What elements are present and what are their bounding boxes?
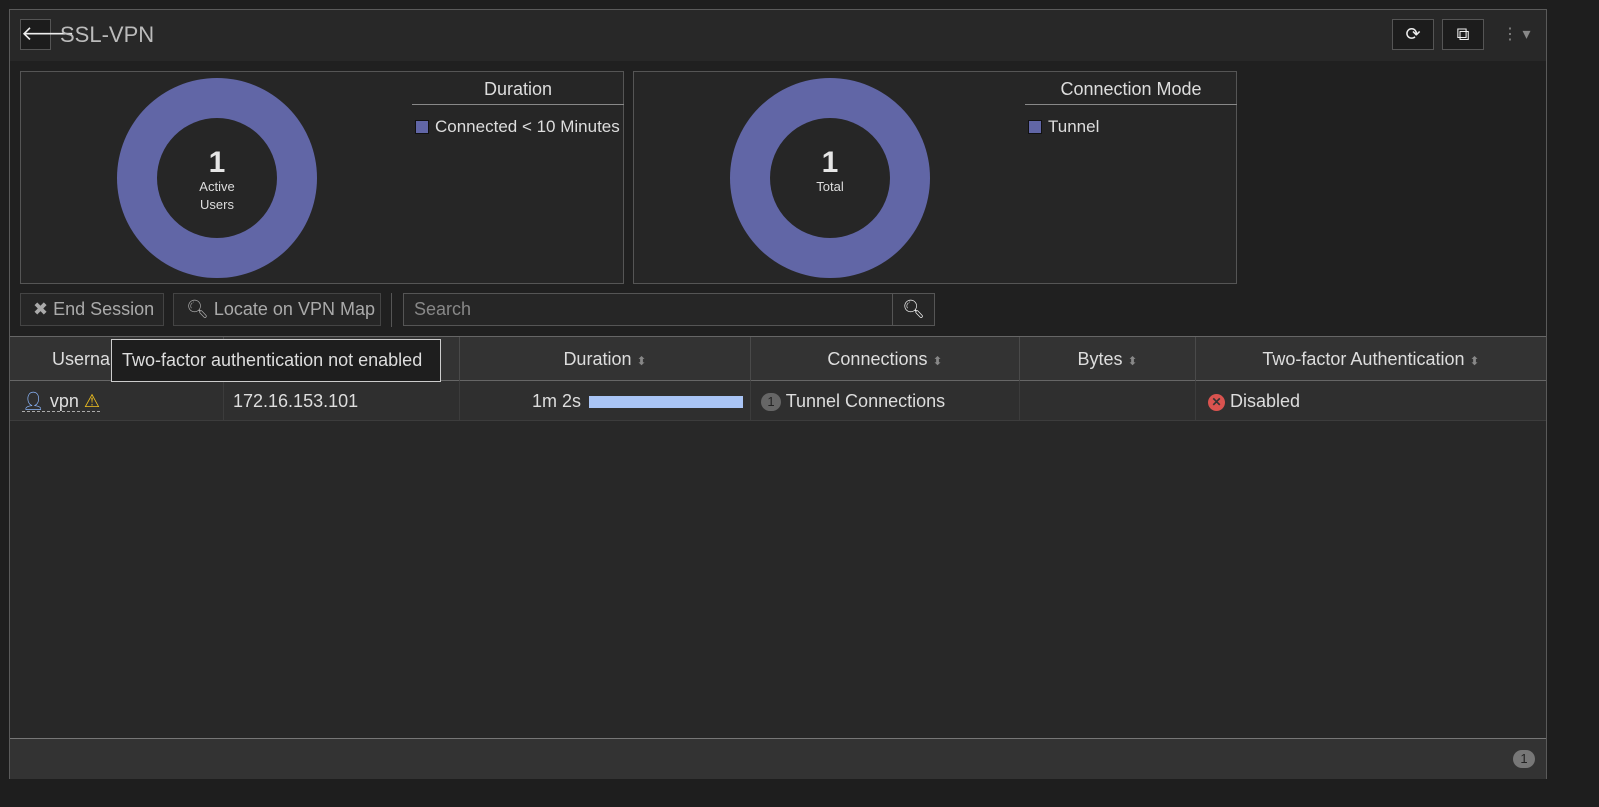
legend-title: Duration (412, 72, 624, 105)
connections-text: Tunnel Connections (785, 391, 946, 411)
refresh-button[interactable]: ⟳ (1392, 19, 1434, 50)
center-label: Users (200, 197, 234, 212)
close-icon: ✖ (33, 299, 49, 319)
legend-swatch (1028, 120, 1042, 134)
donut-center: 1 Active Users (157, 118, 277, 238)
column-label: Two-factor Authentication (1262, 349, 1465, 369)
tooltip: Two-factor authentication not enabled (111, 339, 441, 382)
duration-chart: 1 Active Users Duration Connected < 10 M… (20, 71, 624, 284)
legend-item[interactable]: Tunnel (1025, 117, 1237, 137)
legend-item[interactable]: Connected < 10 Minutes (412, 117, 624, 137)
column-two-factor[interactable]: Two-factor Authentication ⬍ (1196, 337, 1546, 381)
error-circle-icon: ✕ (1208, 393, 1225, 411)
column-connections[interactable]: Connections ⬍ (751, 337, 1020, 381)
page-title: SSL-VPN (60, 22, 155, 47)
ssl-vpn-widget: 🡐 SSL-VPN ⟳ ⧉ ⋮ ▾ 1 Active Users Duratio… (9, 9, 1547, 779)
legend-label: Tunnel (1048, 117, 1100, 136)
legend-label: Connected < 10 Minutes (435, 117, 620, 136)
two-factor-status: Disabled (1230, 391, 1301, 411)
connection-mode-chart: 1 Total Connection Mode Tunnel (633, 71, 1237, 284)
connections-cell: 1 Tunnel Connections (751, 381, 1020, 421)
total-count: 1 (821, 146, 839, 179)
chart-legend: Duration Connected < 10 Minutes (412, 72, 624, 137)
column-label: Duration (563, 349, 632, 369)
legend-swatch (415, 120, 429, 134)
search-icon: 🔍︎ (902, 299, 925, 319)
column-label: Bytes (1077, 349, 1123, 369)
locate-vpn-map-button[interactable]: 🔍︎ Locate on VPN Map (173, 293, 381, 326)
refresh-icon: ⟳ (1405, 24, 1421, 44)
warning-icon[interactable]: ⚠ (84, 391, 100, 411)
ip-cell: 172.16.153.101 (224, 381, 460, 421)
column-bytes[interactable]: Bytes ⬍ (1020, 337, 1196, 381)
username[interactable]: vpn (50, 391, 79, 411)
chart-legend: Connection Mode Tunnel (1025, 72, 1237, 137)
legend-title: Connection Mode (1025, 72, 1237, 105)
search-input[interactable]: Search (403, 293, 893, 326)
center-label: Total (816, 179, 844, 194)
table-footer: 1 (10, 738, 1546, 779)
two-factor-cell: ✕ Disabled (1196, 381, 1546, 421)
kebab-menu-button[interactable]: ⋮ ▾ (1502, 24, 1530, 44)
search-icon: 🔍︎ (186, 299, 209, 319)
sort-icon: ⬍ (932, 354, 943, 368)
table-row[interactable]: 👤︎ vpn ⚠ 172.16.153.101 1m 2s 1 Tunnel C… (10, 381, 1546, 421)
sort-icon: ⬍ (1127, 354, 1138, 368)
column-duration[interactable]: Duration ⬍ (460, 337, 751, 381)
column-label: Userna (52, 349, 111, 369)
donut-slice[interactable]: 1 Active Users (117, 78, 317, 278)
duration-cell: 1m 2s (460, 381, 751, 421)
username-cell: 👤︎ vpn ⚠ (10, 381, 224, 421)
button-label: End Session (53, 299, 155, 319)
duration-bar (589, 396, 744, 409)
search-button[interactable]: 🔍︎ (892, 293, 935, 326)
center-label: Active (199, 179, 235, 194)
bytes-cell (1020, 381, 1196, 421)
row-count-badge: 1 (1513, 750, 1535, 768)
active-users-count: 1 (208, 146, 226, 179)
widget-header: 🡐 SSL-VPN ⟳ ⧉ ⋮ ▾ (10, 10, 1546, 61)
sort-icon: ⬍ (636, 354, 647, 368)
connections-count-badge: 1 (761, 393, 781, 412)
user-icon: 👤︎ (22, 391, 45, 411)
column-label: Connections (827, 349, 928, 369)
external-link-icon: ⧉ (1456, 24, 1470, 44)
back-button[interactable]: 🡐 (20, 19, 75, 50)
donut-center: 1 Total (770, 118, 890, 238)
popout-button[interactable]: ⧉ (1442, 19, 1484, 50)
donut-slice[interactable]: 1 Total (730, 78, 930, 278)
duration-text: 1m 2s (532, 391, 582, 411)
end-session-button[interactable]: ✖ End Session (20, 293, 164, 326)
toolbar-divider (391, 293, 392, 327)
sort-icon: ⬍ (1469, 354, 1480, 368)
button-label: Locate on VPN Map (213, 299, 375, 319)
